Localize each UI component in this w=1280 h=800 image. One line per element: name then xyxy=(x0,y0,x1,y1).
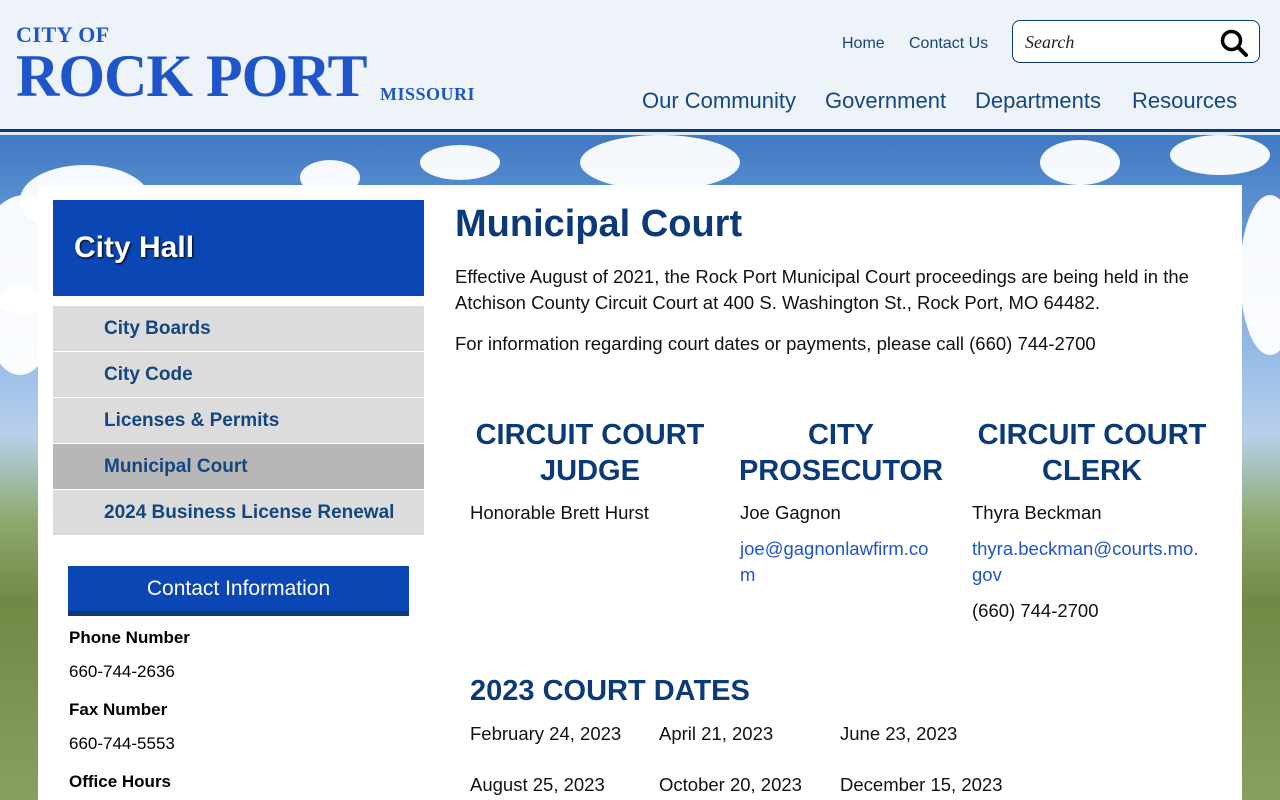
prosecutor-name: Joe Gagnon xyxy=(740,502,841,523)
nav-link-home[interactable]: Home xyxy=(842,35,885,53)
clerk-heading: CIRCUIT COURT CLERK xyxy=(977,419,1207,487)
fax-label: Fax Number xyxy=(69,700,168,719)
contact-info-heading: Contact Information xyxy=(68,566,409,616)
page-title: Municipal Court xyxy=(455,203,743,245)
judge-heading: CIRCUIT COURT JUDGE xyxy=(475,419,705,487)
fax-value: 660-744-5553 xyxy=(69,734,175,753)
court-date: June 23, 2023 xyxy=(840,723,958,744)
judge-name: Honorable Brett Hurst xyxy=(470,502,649,523)
sidebar-item-city-code[interactable]: City Code xyxy=(53,352,424,398)
prosecutor-email-link[interactable]: joe@gagnonlawfirm.com xyxy=(740,536,940,588)
court-date: February 24, 2023 xyxy=(470,723,622,744)
nav-government[interactable]: Government xyxy=(825,88,946,114)
prosecutor-heading: CITY PROSECUTOR xyxy=(738,419,944,487)
content-panel: City Hall City Boards City Code Licenses… xyxy=(38,185,1242,800)
phone-label: Phone Number xyxy=(69,628,190,647)
logo-state: MISSOURI xyxy=(380,84,476,104)
nav-our-community[interactable]: Our Community xyxy=(642,88,796,114)
court-contact-text: For information regarding court dates or… xyxy=(455,333,1096,354)
search-box xyxy=(1012,20,1260,63)
court-dates-heading: 2023 COURT DATES xyxy=(470,675,750,707)
court-date: December 15, 2023 xyxy=(840,774,1003,795)
sidebar-item-city-boards[interactable]: City Boards xyxy=(53,306,424,352)
nav-departments[interactable]: Departments xyxy=(975,88,1101,114)
sidebar-item-licenses-permits[interactable]: Licenses & Permits xyxy=(53,398,424,444)
clerk-phone: (660) 744-2700 xyxy=(972,600,1099,621)
sidebar-item-business-license-renewal[interactable]: 2024 Business License Renewal xyxy=(53,490,424,536)
phone-value: 660-744-2636 xyxy=(69,662,175,681)
court-date: April 21, 2023 xyxy=(659,723,774,744)
site-header: CITY OF ROCK PORT MISSOURI Home Contact … xyxy=(0,0,1280,132)
search-input[interactable] xyxy=(1025,29,1215,55)
nav-link-contact-us[interactable]: Contact Us xyxy=(909,35,988,53)
search-icon[interactable] xyxy=(1219,28,1249,58)
sidebar-item-municipal-court[interactable]: Municipal Court xyxy=(53,444,424,490)
logo-city-name: ROCK PORT xyxy=(16,43,368,109)
court-date: August 25, 2023 xyxy=(470,774,605,795)
nav-resources[interactable]: Resources xyxy=(1132,88,1237,114)
clerk-name: Thyra Beckman xyxy=(972,502,1102,523)
court-location-text: Effective August of 2021, the Rock Port … xyxy=(455,266,1189,313)
sidebar-menu: City Boards City Code Licenses & Permits… xyxy=(53,306,424,536)
court-date: October 20, 2023 xyxy=(659,774,802,795)
sidebar-title: City Hall xyxy=(53,200,424,296)
office-hours-label: Office Hours xyxy=(69,772,172,791)
clerk-email-link[interactable]: thyra.beckman@courts.mo.gov xyxy=(972,536,1207,588)
